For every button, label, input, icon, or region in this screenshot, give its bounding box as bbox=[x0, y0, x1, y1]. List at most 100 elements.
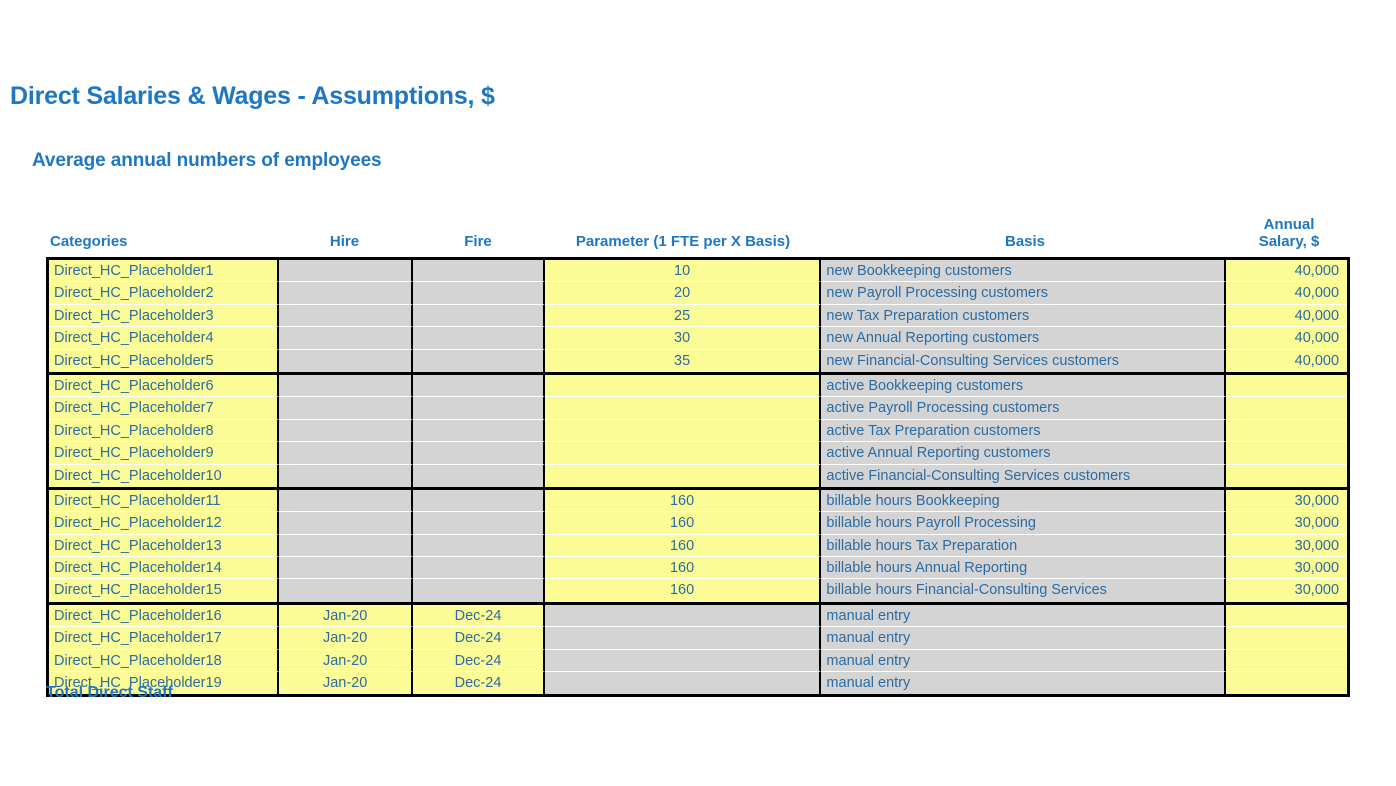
cell-fire[interactable] bbox=[413, 397, 545, 420]
cell-hire[interactable] bbox=[278, 349, 414, 372]
cell-annual-salary[interactable]: 30,000 bbox=[1225, 579, 1348, 602]
column-header-basis: Basis bbox=[1004, 233, 1046, 251]
cell-annual-salary[interactable] bbox=[1225, 672, 1348, 695]
cell-parameter[interactable]: 35 bbox=[544, 349, 822, 372]
cell-fire[interactable]: Dec-24 bbox=[413, 649, 545, 673]
cell-annual-salary[interactable]: 40,000 bbox=[1225, 349, 1348, 372]
cell-hire[interactable] bbox=[278, 489, 414, 513]
cell-parameter[interactable] bbox=[544, 442, 822, 465]
cell-annual-salary[interactable] bbox=[1225, 627, 1348, 650]
cell-fire[interactable] bbox=[413, 512, 545, 535]
cell-parameter[interactable]: 160 bbox=[544, 557, 822, 580]
cell-hire[interactable] bbox=[278, 579, 414, 602]
cell-fire[interactable] bbox=[413, 349, 545, 372]
cell-category[interactable]: Direct_HC_Placeholder16 bbox=[49, 604, 279, 628]
cell-parameter[interactable]: 160 bbox=[544, 579, 822, 602]
cell-annual-salary[interactable]: 40,000 bbox=[1225, 260, 1348, 283]
cell-category[interactable]: Direct_HC_Placeholder15 bbox=[49, 579, 279, 602]
cell-hire[interactable] bbox=[278, 442, 414, 465]
cell-category[interactable]: Direct_HC_Placeholder2 bbox=[49, 282, 279, 305]
cell-category[interactable]: Direct_HC_Placeholder5 bbox=[49, 349, 279, 372]
cell-hire[interactable] bbox=[278, 304, 414, 328]
cell-annual-salary[interactable] bbox=[1225, 604, 1348, 628]
cell-category[interactable]: Direct_HC_Placeholder9 bbox=[49, 442, 279, 465]
cell-category[interactable]: Direct_HC_Placeholder12 bbox=[49, 512, 279, 535]
cell-fire[interactable] bbox=[413, 557, 545, 580]
cell-parameter[interactable] bbox=[544, 464, 822, 487]
cell-hire[interactable] bbox=[278, 419, 414, 443]
cell-annual-salary[interactable] bbox=[1225, 419, 1348, 443]
cell-parameter[interactable] bbox=[544, 604, 822, 628]
cell-basis: billable hours Bookkeeping bbox=[821, 489, 1226, 513]
cell-parameter[interactable]: 160 bbox=[544, 534, 822, 558]
cell-fire[interactable] bbox=[413, 327, 545, 350]
cell-annual-salary[interactable] bbox=[1225, 397, 1348, 420]
cell-category[interactable]: Direct_HC_Placeholder4 bbox=[49, 327, 279, 350]
cell-hire[interactable] bbox=[278, 534, 414, 558]
cell-annual-salary[interactable] bbox=[1225, 442, 1348, 465]
cell-fire[interactable] bbox=[413, 579, 545, 602]
cell-category[interactable]: Direct_HC_Placeholder1 bbox=[49, 260, 279, 283]
cell-category[interactable]: Direct_HC_Placeholder10 bbox=[49, 464, 279, 487]
cell-parameter[interactable] bbox=[544, 397, 822, 420]
cell-parameter[interactable]: 20 bbox=[544, 282, 822, 305]
table-row: Direct_HC_Placeholder11 160 billable hours… bbox=[49, 489, 1348, 513]
cell-category[interactable]: Direct_HC_Placeholder11 bbox=[49, 489, 279, 513]
cell-parameter[interactable] bbox=[544, 627, 822, 650]
cell-fire[interactable] bbox=[413, 442, 545, 465]
cell-annual-salary[interactable]: 30,000 bbox=[1225, 512, 1348, 535]
cell-hire[interactable] bbox=[278, 397, 414, 420]
cell-hire[interactable] bbox=[278, 260, 414, 283]
cell-hire[interactable] bbox=[278, 557, 414, 580]
cell-hire[interactable] bbox=[278, 282, 414, 305]
cell-fire[interactable] bbox=[413, 282, 545, 305]
cell-fire[interactable] bbox=[413, 419, 545, 443]
cell-annual-salary[interactable] bbox=[1225, 464, 1348, 487]
cell-category[interactable]: Direct_HC_Placeholder7 bbox=[49, 397, 279, 420]
column-header-categories: Categories bbox=[50, 233, 128, 251]
cell-fire[interactable] bbox=[413, 260, 545, 283]
cell-category[interactable]: Direct_HC_Placeholder8 bbox=[49, 419, 279, 443]
cell-fire[interactable]: Dec-24 bbox=[413, 672, 545, 695]
cell-parameter[interactable]: 160 bbox=[544, 489, 822, 513]
cell-fire[interactable] bbox=[413, 304, 545, 328]
cell-hire[interactable]: Jan-20 bbox=[278, 672, 414, 695]
cell-parameter[interactable] bbox=[544, 419, 822, 443]
cell-parameter[interactable]: 25 bbox=[544, 304, 822, 328]
cell-annual-salary[interactable]: 40,000 bbox=[1225, 282, 1348, 305]
cell-fire[interactable] bbox=[413, 374, 545, 398]
cell-category[interactable]: Direct_HC_Placeholder18 bbox=[49, 649, 279, 673]
cell-annual-salary[interactable]: 30,000 bbox=[1225, 557, 1348, 580]
cell-annual-salary[interactable]: 40,000 bbox=[1225, 304, 1348, 328]
cell-fire[interactable]: Dec-24 bbox=[413, 604, 545, 628]
cell-annual-salary[interactable]: 40,000 bbox=[1225, 327, 1348, 350]
cell-fire[interactable] bbox=[413, 534, 545, 558]
cell-hire[interactable] bbox=[278, 512, 414, 535]
cell-annual-salary[interactable] bbox=[1225, 649, 1348, 673]
cell-parameter[interactable]: 30 bbox=[544, 327, 822, 350]
cell-category[interactable]: Direct_HC_Placeholder6 bbox=[49, 374, 279, 398]
cell-category[interactable]: Direct_HC_Placeholder13 bbox=[49, 534, 279, 558]
cell-category[interactable]: Direct_HC_Placeholder17 bbox=[49, 627, 279, 650]
cell-fire[interactable]: Dec-24 bbox=[413, 627, 545, 650]
cell-hire[interactable] bbox=[278, 464, 414, 487]
cell-hire[interactable] bbox=[278, 374, 414, 398]
cell-parameter[interactable] bbox=[544, 649, 822, 673]
cell-parameter[interactable] bbox=[544, 374, 822, 398]
cell-parameter[interactable]: 10 bbox=[544, 260, 822, 283]
cell-hire[interactable]: Jan-20 bbox=[278, 604, 414, 628]
cell-fire[interactable] bbox=[413, 489, 545, 513]
cell-category[interactable]: Direct_HC_Placeholder3 bbox=[49, 304, 279, 328]
cell-annual-salary[interactable]: 30,000 bbox=[1225, 534, 1348, 558]
cell-category[interactable]: Direct_HC_Placeholder14 bbox=[49, 557, 279, 580]
cell-annual-salary[interactable] bbox=[1225, 374, 1348, 398]
cell-parameter[interactable]: 160 bbox=[544, 512, 822, 535]
cell-parameter[interactable] bbox=[544, 672, 822, 695]
cell-hire[interactable] bbox=[278, 327, 414, 350]
cell-basis: active Tax Preparation customers bbox=[821, 419, 1226, 443]
page-title: Direct Salaries & Wages - Assumptions, $ bbox=[10, 82, 495, 110]
cell-hire[interactable]: Jan-20 bbox=[278, 627, 414, 650]
cell-annual-salary[interactable]: 30,000 bbox=[1225, 489, 1348, 513]
cell-fire[interactable] bbox=[413, 464, 545, 487]
cell-hire[interactable]: Jan-20 bbox=[278, 649, 414, 673]
